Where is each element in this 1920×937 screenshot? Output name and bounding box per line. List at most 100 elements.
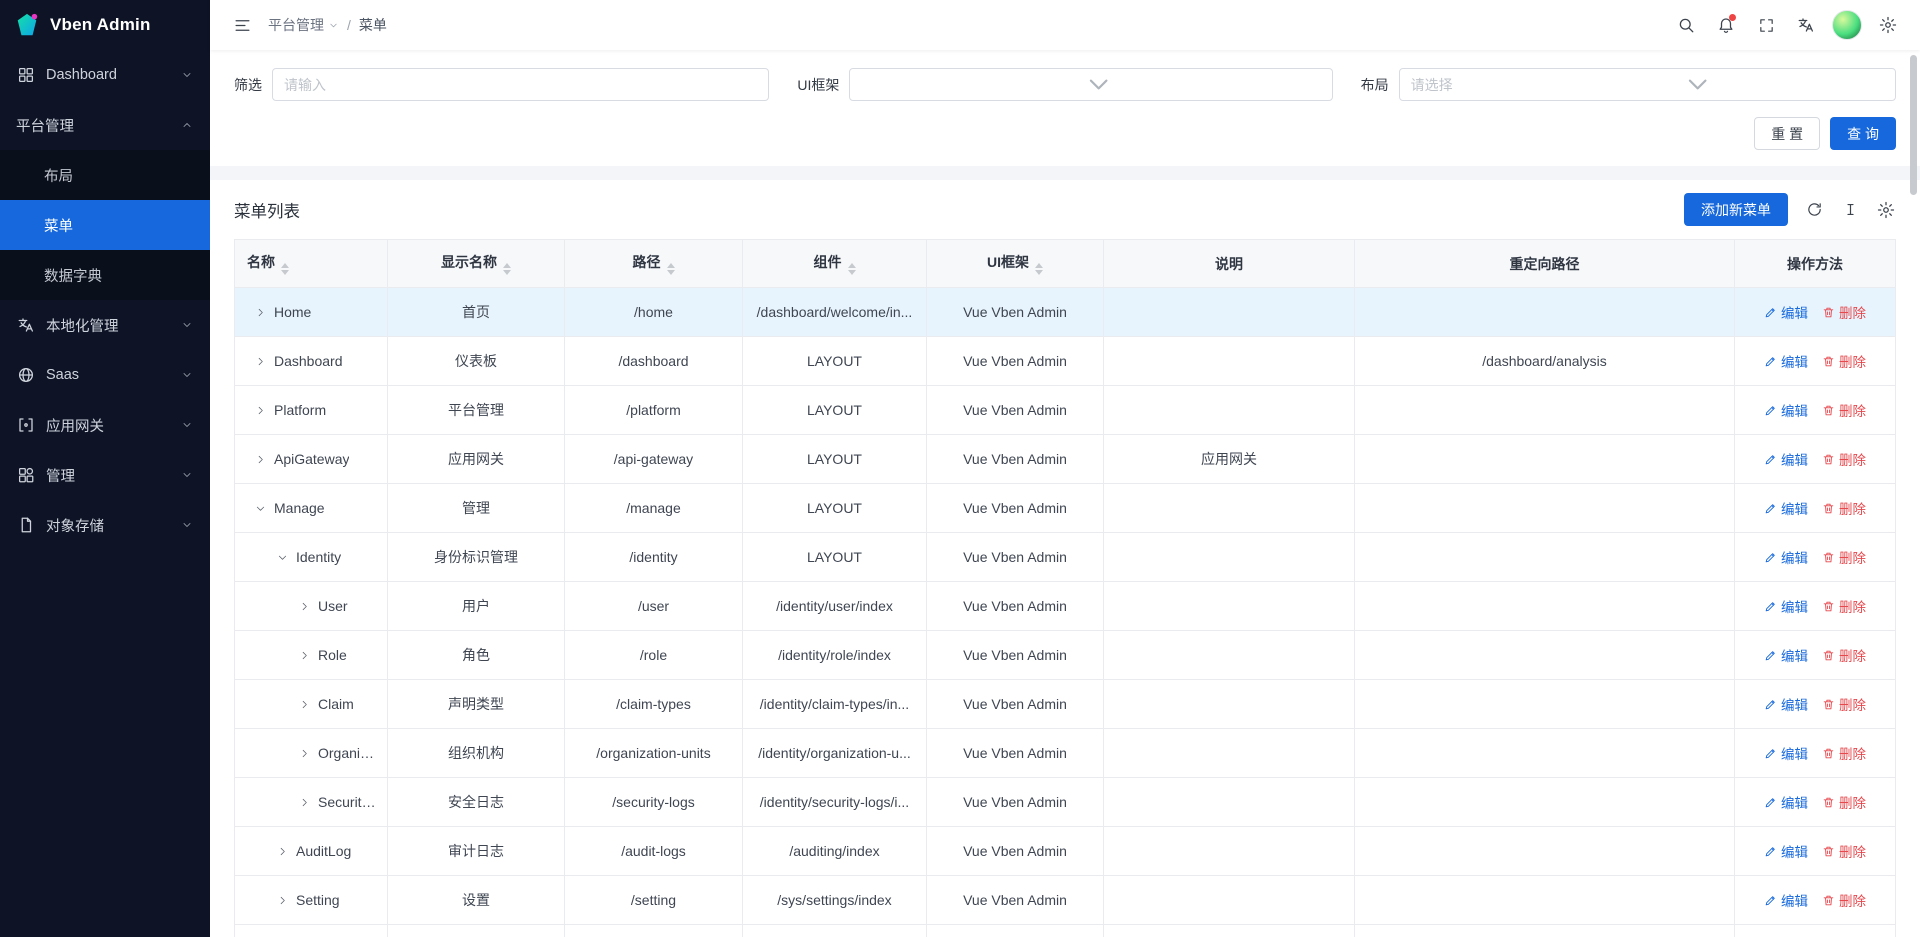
expand-icon[interactable] (298, 796, 311, 809)
column-header-4[interactable]: UI框架 (927, 240, 1104, 288)
filter-keyword-input[interactable] (284, 77, 757, 93)
sidebar-item-platform-management[interactable]: 平台管理 (0, 100, 210, 150)
actions-cell: 编辑删除 (1735, 631, 1896, 680)
edit-button[interactable]: 编辑 (1764, 841, 1808, 861)
display-name-cell: 审计日志 (388, 827, 565, 876)
framework-cell: Vue Vben Admin (927, 729, 1104, 778)
delete-button[interactable]: 删除 (1822, 498, 1866, 518)
delete-button[interactable]: 删除 (1822, 400, 1866, 420)
delete-button[interactable]: 删除 (1822, 841, 1866, 861)
breadcrumb-parent[interactable]: 平台管理 (268, 15, 339, 35)
refresh-icon[interactable] (1804, 200, 1824, 220)
fullscreen-icon[interactable] (1748, 7, 1784, 43)
edit-icon (1764, 845, 1777, 858)
expand-icon[interactable] (254, 453, 267, 466)
edit-button[interactable]: 编辑 (1764, 694, 1808, 714)
sidebar-item-data-dictionary[interactable]: 数据字典 (0, 250, 210, 300)
edit-icon (1764, 600, 1777, 613)
expand-icon[interactable] (276, 845, 289, 858)
redirect-cell (1355, 827, 1735, 876)
delete-icon (1822, 894, 1835, 907)
sidebar-item-localization[interactable]: 本地化管理 (0, 300, 210, 350)
column-header-3[interactable]: 组件 (743, 240, 927, 288)
sidebar-item-object-storage[interactable]: 对象存储 (0, 500, 210, 550)
delete-button[interactable]: 删除 (1822, 547, 1866, 567)
sidebar-item-manage[interactable]: 管理 (0, 450, 210, 500)
bell-icon[interactable] (1708, 7, 1744, 43)
sidebar-item-dashboard[interactable]: Dashboard (0, 50, 210, 100)
column-settings-icon[interactable] (1876, 200, 1896, 220)
collapse-icon[interactable] (254, 502, 267, 515)
edit-button[interactable]: 编辑 (1764, 645, 1808, 665)
sidebar-item-saas[interactable]: Saas (0, 350, 210, 400)
delete-button[interactable]: 删除 (1822, 890, 1866, 910)
expand-icon[interactable] (298, 649, 311, 662)
row-name: Organiz... (318, 745, 377, 761)
sidebar-item-label: 布局 (44, 165, 194, 186)
delete-button[interactable]: 删除 (1822, 694, 1866, 714)
notification-dot (1729, 14, 1736, 21)
row-name: Platform (274, 402, 326, 418)
add-menu-button[interactable]: 添加新菜单 (1684, 193, 1788, 226)
delete-icon (1822, 698, 1835, 711)
delete-button[interactable]: 删除 (1822, 596, 1866, 616)
menu-fold-icon[interactable] (224, 7, 260, 43)
component-cell: /sys/settings/index (743, 876, 927, 925)
search-icon[interactable] (1668, 7, 1704, 43)
delete-button[interactable]: 删除 (1822, 351, 1866, 371)
component-cell: LAYOUT (743, 484, 927, 533)
collapse-icon[interactable] (276, 551, 289, 564)
display-name-cell: 安全日志 (388, 778, 565, 827)
delete-button[interactable]: 删除 (1822, 302, 1866, 322)
edit-button[interactable]: 编辑 (1764, 449, 1808, 469)
expand-icon[interactable] (254, 306, 267, 319)
breadcrumb-current[interactable]: 菜单 (359, 15, 387, 35)
expand-icon[interactable] (298, 747, 311, 760)
display-name-cell: 管理 (388, 484, 565, 533)
delete-button[interactable]: 删除 (1822, 645, 1866, 665)
filter-layout-select[interactable]: 请选择 (1399, 68, 1896, 101)
edit-button[interactable]: 编辑 (1764, 792, 1808, 812)
vertical-scrollbar[interactable] (1910, 55, 1917, 195)
expand-icon[interactable] (298, 600, 311, 613)
expand-icon[interactable] (276, 894, 289, 907)
edit-button[interactable]: 编辑 (1764, 547, 1808, 567)
edit-button[interactable]: 编辑 (1764, 302, 1808, 322)
path-cell: /organization-units (565, 729, 743, 778)
delete-button[interactable]: 删除 (1822, 792, 1866, 812)
redirect-cell (1355, 876, 1735, 925)
sidebar-item-app-gateway[interactable]: 应用网关 (0, 400, 210, 450)
table-row: AuditLog审计日志/audit-logs/auditing/indexVu… (235, 827, 1896, 876)
edit-icon (1764, 306, 1777, 319)
edit-icon (1764, 404, 1777, 417)
reset-button[interactable]: 重 置 (1754, 117, 1820, 150)
actions-cell: 编辑删除 (1735, 288, 1896, 337)
edit-button[interactable]: 编辑 (1764, 351, 1808, 371)
settings-icon[interactable] (1870, 7, 1906, 43)
search-button[interactable]: 查 询 (1830, 117, 1896, 150)
translate-icon[interactable] (1788, 7, 1824, 43)
chevron-up-icon (180, 118, 194, 132)
edit-button[interactable]: 编辑 (1764, 400, 1808, 420)
sidebar-item-layout[interactable]: 布局 (0, 150, 210, 200)
column-header-1[interactable]: 显示名称 (388, 240, 565, 288)
filter-framework-select[interactable]: Vue Vben Admin (849, 68, 1332, 101)
edit-button[interactable]: 编辑 (1764, 743, 1808, 763)
delete-button[interactable]: 删除 (1822, 449, 1866, 469)
sidebar-item-menu[interactable]: 菜单 (0, 200, 210, 250)
edit-icon (1764, 453, 1777, 466)
expand-icon[interactable] (254, 355, 267, 368)
edit-button[interactable]: 编辑 (1764, 890, 1808, 910)
edit-button[interactable]: 编辑 (1764, 596, 1808, 616)
redirect-cell (1355, 288, 1735, 337)
expand-icon[interactable] (254, 404, 267, 417)
logo[interactable]: Vben Admin (0, 0, 210, 50)
edit-button[interactable]: 编辑 (1764, 498, 1808, 518)
column-header-2[interactable]: 路径 (565, 240, 743, 288)
avatar[interactable] (1832, 10, 1862, 40)
delete-button[interactable]: 删除 (1822, 743, 1866, 763)
row-height-icon[interactable] (1840, 200, 1860, 220)
row-name: Home (274, 304, 311, 320)
column-header-0[interactable]: 名称 (235, 240, 388, 288)
expand-icon[interactable] (298, 698, 311, 711)
